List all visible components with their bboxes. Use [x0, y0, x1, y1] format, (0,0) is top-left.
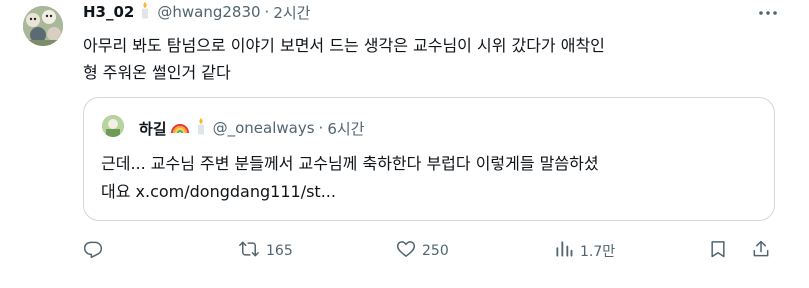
like-button[interactable]: 250 [396, 236, 449, 266]
quote-avatar[interactable] [102, 115, 124, 137]
views-button[interactable]: 1.7만 [554, 236, 615, 266]
like-count: 250 [422, 243, 449, 259]
share-button[interactable] [751, 236, 771, 266]
candle-icon [195, 117, 207, 139]
heart-icon [396, 239, 416, 263]
bookmark-icon [708, 239, 728, 263]
quote-header: 하길 @_onealways · 6시간 [139, 117, 364, 139]
tweet-text: 아무리 봐도 탐넘으로 이야기 보면서 드는 생각은 교수님이 시위 갔다가 애… [83, 36, 605, 82]
retweet-button[interactable]: 165 [238, 236, 293, 266]
separator-dot: · [264, 3, 270, 21]
author-display-name[interactable]: H3_02 [83, 3, 134, 21]
tweet-header: H3_02 @hwang2830 · 2시간 [83, 1, 310, 23]
separator-dot: · [318, 119, 324, 137]
bookmark-button[interactable] [708, 236, 728, 266]
more-options-icon[interactable] [756, 4, 780, 22]
quoted-tweet[interactable]: 하길 @_onealways · 6시간 근데... 교수님 주변 분들께서 교… [83, 97, 775, 221]
rainbow-icon [170, 118, 190, 138]
retweet-icon [238, 239, 260, 263]
views-count: 1.7만 [580, 244, 616, 260]
views-chart-icon [554, 239, 574, 263]
action-bar: 165 250 1.7만 [83, 236, 783, 266]
avatar[interactable] [23, 6, 63, 46]
retweet-count: 165 [266, 243, 293, 259]
candle-icon [139, 1, 151, 23]
quote-time: 6시간 [327, 119, 365, 138]
tweet-time[interactable]: 2시간 [273, 2, 310, 23]
quote-display-name: 하길 [139, 119, 167, 138]
tweet[interactable]: H3_02 @hwang2830 · 2시간 아무리 봐도 탐넘으로 이야기 보… [0, 0, 809, 288]
share-icon [751, 239, 771, 263]
reply-icon [83, 239, 103, 263]
quote-link[interactable]: x.com/dongdang111/st... [136, 182, 336, 201]
reply-button[interactable] [83, 236, 109, 266]
quote-text-line2: 대요 [101, 182, 136, 201]
quote-text: 근데... 교수님 주변 분들께서 교수님께 축하한다 부럽다 이렇게들 말씀하… [101, 150, 761, 206]
quote-text-line1: 근데... 교수님 주변 분들께서 교수님께 축하한다 부럽다 이렇게들 말씀하… [101, 154, 599, 173]
author-handle[interactable]: @hwang2830 [157, 3, 260, 21]
quote-handle: @_onealways [212, 119, 315, 137]
